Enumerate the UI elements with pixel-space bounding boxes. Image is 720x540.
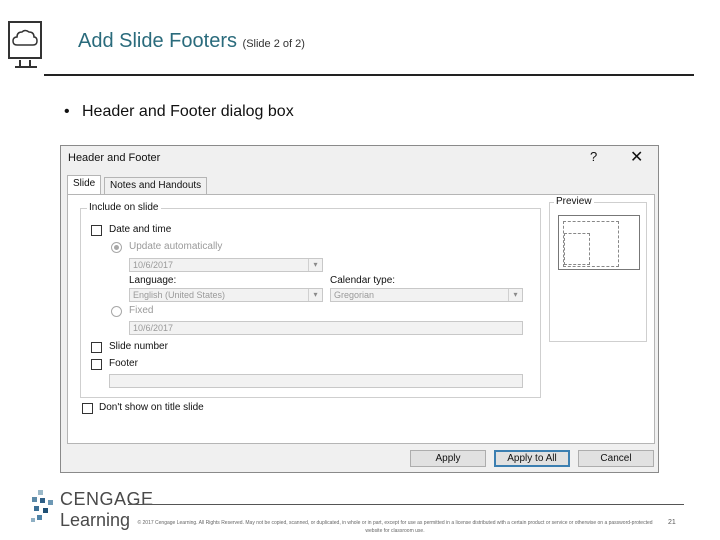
dialog-title: Header and Footer [68, 152, 161, 164]
close-button[interactable]: ✕ [630, 147, 643, 167]
apply-button[interactable]: Apply [410, 450, 486, 467]
tab-slide[interactable]: Slide [67, 175, 102, 195]
preview-group: Preview [549, 196, 647, 342]
dont-show-title-label: Don't show on title slide [99, 402, 204, 413]
cengage-wordmark: CENGAGE [60, 489, 154, 509]
date-time-checkbox[interactable] [91, 225, 102, 236]
fixed-date-input[interactable]: 10/6/2017 [129, 321, 523, 335]
language-value: English (United States) [133, 290, 226, 300]
header-divider [44, 74, 694, 76]
date-format-value: 10/6/2017 [133, 260, 174, 270]
chevron-down-icon: ▾ [508, 289, 522, 301]
header-footer-dialog: Header and Footer ? ✕ Slide Notes and Ha… [60, 145, 659, 473]
logo-monitor [8, 21, 42, 59]
cengage-logo-icon [31, 490, 53, 522]
cloud-icon [12, 29, 38, 46]
footer-checkbox[interactable] [91, 359, 102, 370]
slide-number-checkbox[interactable] [91, 342, 102, 353]
slide-title-text: Add Slide Footers [78, 30, 237, 52]
fixed-radio[interactable] [111, 306, 122, 317]
language-select[interactable]: English (United States) ▾ [129, 288, 323, 302]
fixed-label: Fixed [129, 305, 154, 316]
slide-title-suffix: (Slide 2 of 2) [242, 38, 305, 50]
preview-label: Preview [554, 196, 594, 207]
calendar-type-value: Gregorian [334, 290, 375, 300]
preview-body-placeholder [564, 233, 590, 265]
include-on-slide-group: Include on slide Date and time Update au… [80, 202, 541, 398]
copyright-notice: © 2017 Cengage Learning. All Rights Rese… [137, 520, 653, 534]
slide-tab-panel: Include on slide Date and time Update au… [67, 194, 655, 444]
dont-show-title-checkbox[interactable] [82, 403, 93, 414]
slide-number-label: Slide number [109, 341, 168, 352]
footer-text-input[interactable] [109, 374, 523, 388]
preview-placeholder-outline [563, 221, 619, 267]
page-number: 21 [668, 519, 676, 526]
preview-slide-thumbnail [558, 215, 640, 270]
language-label: Language: [129, 275, 177, 286]
logo-base [15, 66, 37, 68]
bullet-text: Header and Footer dialog box [82, 103, 294, 120]
update-automatically-label: Update automatically [129, 241, 223, 252]
calendar-type-label: Calendar type: [330, 275, 396, 286]
date-time-label: Date and time [109, 224, 172, 235]
footer-divider [128, 504, 684, 505]
learning-wordmark: Learning [60, 510, 131, 530]
include-group-label: Include on slide [87, 202, 161, 213]
bullet-dot: • [64, 103, 70, 120]
bullet-item: • Header and Footer dialog box [64, 103, 294, 121]
tab-notes-and-handouts[interactable]: Notes and Handouts [104, 177, 208, 194]
chevron-down-icon: ▾ [308, 259, 322, 271]
chevron-down-icon: ▾ [308, 289, 322, 301]
slide-title: Add Slide Footers (Slide 2 of 2) [78, 30, 305, 53]
date-format-select[interactable]: 10/6/2017 ▾ [129, 258, 323, 272]
update-automatically-radio[interactable] [111, 242, 122, 253]
cancel-button[interactable]: Cancel [578, 450, 654, 467]
footer-label: Footer [109, 358, 138, 369]
apply-to-all-button[interactable]: Apply to All [494, 450, 570, 467]
calendar-type-select[interactable]: Gregorian ▾ [330, 288, 523, 302]
help-button[interactable]: ? [590, 149, 597, 164]
